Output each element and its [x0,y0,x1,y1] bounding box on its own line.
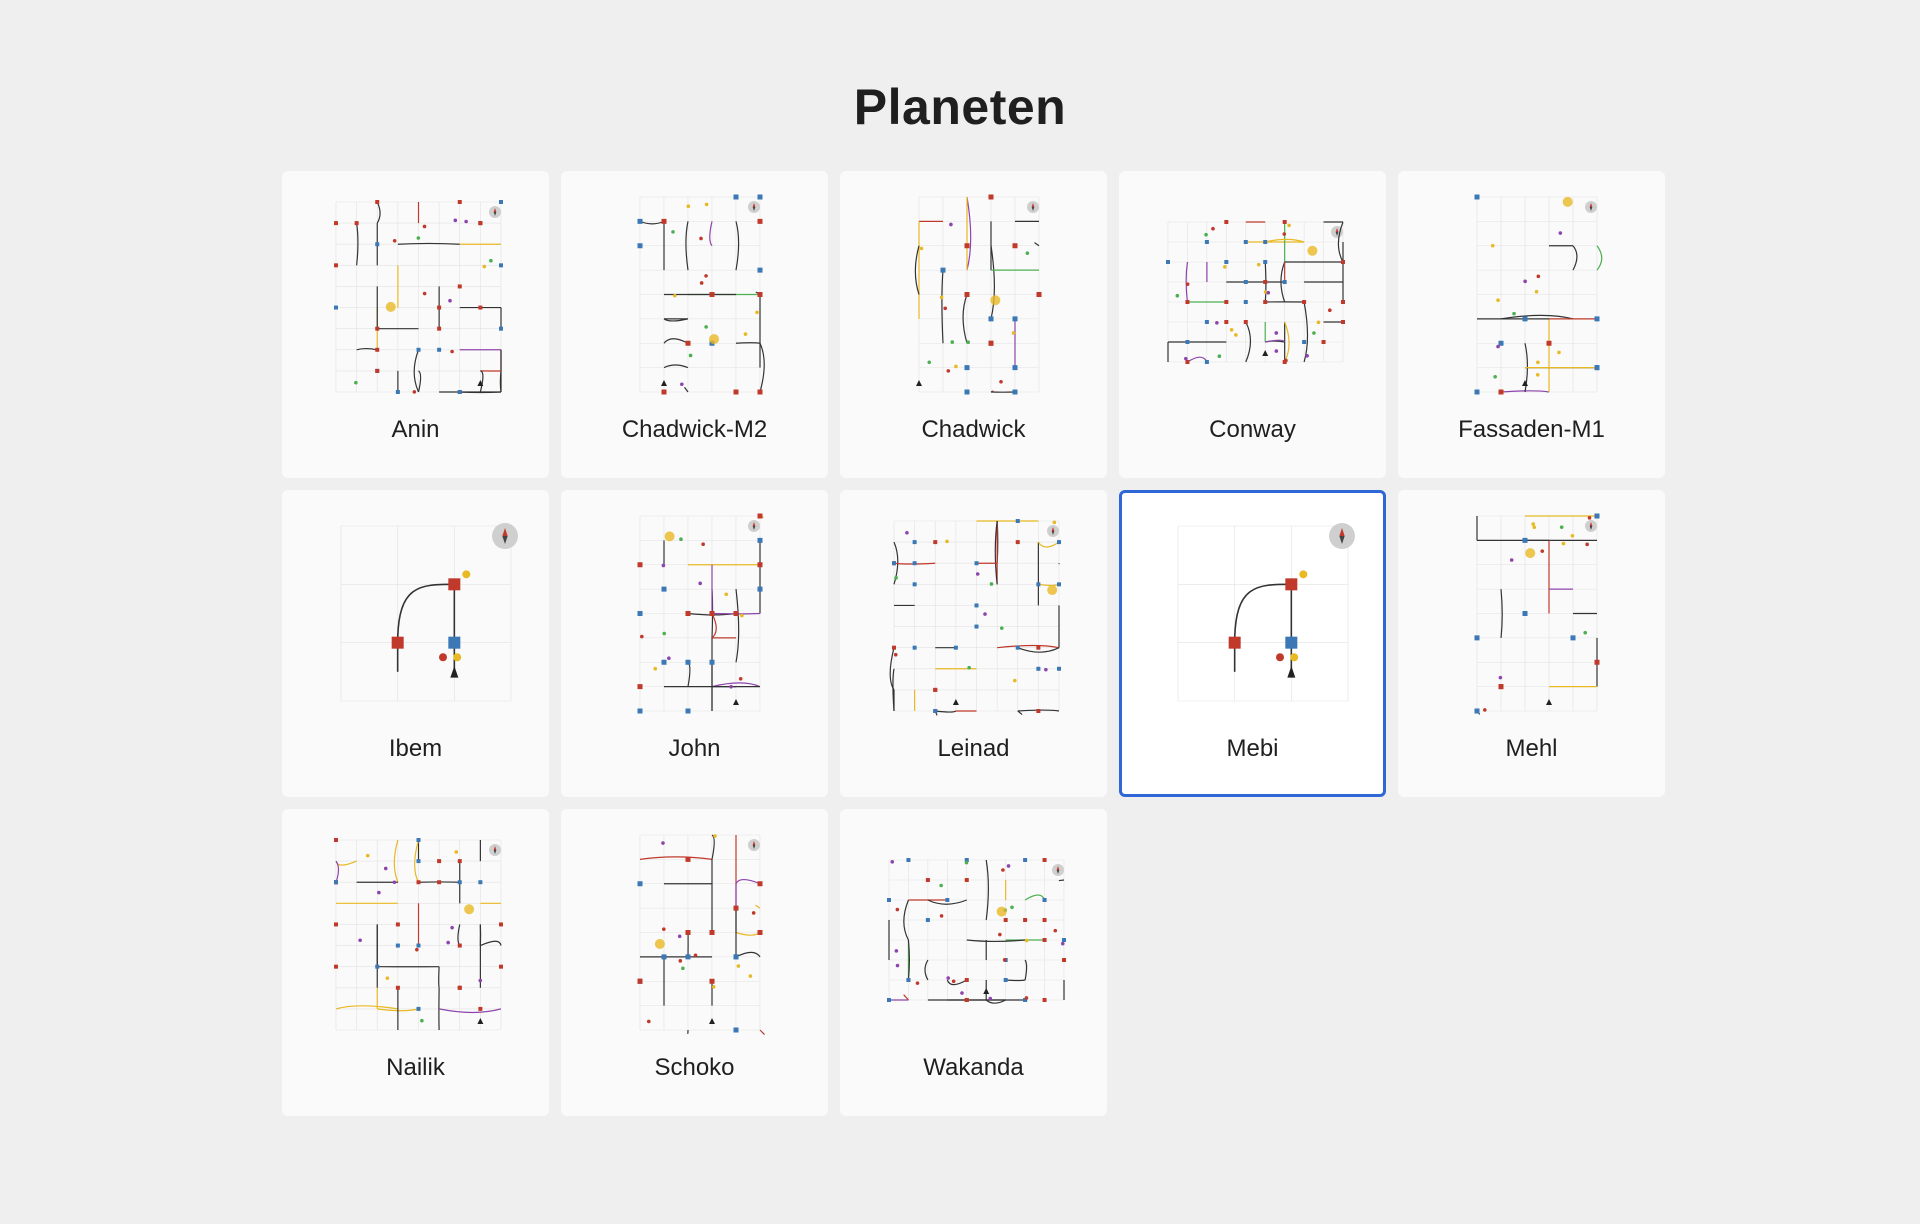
planet-path [639,834,765,1035]
planet-card-mebi[interactable]: Mebi [1119,490,1386,797]
page-title: Planeten [853,79,1067,135]
planet-card-mehl[interactable]: Mehl [1398,490,1665,797]
compass-icon [747,839,760,851]
planet-path [355,201,502,394]
compass-icon [747,201,760,213]
planet-map-thumbnail [889,519,1061,716]
planet-map-thumbnail [1177,523,1355,702]
planet-name: Wakanda [923,1054,1024,1081]
planet-card-conway[interactable]: Conway [1119,171,1386,478]
planet-path [1166,221,1344,363]
planet-map-thumbnail [637,513,764,714]
planet-name: Chadwick [921,416,1026,443]
planet-name: Conway [1209,416,1296,443]
planet-card-ibem[interactable]: Ibem [282,490,549,797]
planet-path [889,520,1060,716]
planet-map-thumbnail [886,858,1066,1004]
planet-map-thumbnail [333,838,503,1031]
compass-icon [1584,520,1597,532]
planet-name: Leinad [937,735,1010,762]
planet-name: Anin [391,416,440,443]
planet-map-thumbnail [637,834,765,1035]
compass-icon [1584,201,1597,213]
planet-card-chadwick-m2[interactable]: Chadwick-M2 [561,171,828,478]
planet-card-leinad[interactable]: Leinad [840,490,1107,797]
planet-map-thumbnail [1165,220,1345,364]
planet-map-thumbnail [1474,194,1602,395]
planet-name: Ibem [388,735,443,762]
compass-icon [1046,525,1059,537]
compass-icon [1051,864,1064,876]
planet-path [639,220,765,393]
planet-name: Fassaden-M1 [1458,416,1605,443]
planet-path [887,859,1065,1004]
planet-path [1476,245,1602,393]
planet-path [1475,515,1598,715]
planet-map-thumbnail [340,523,518,702]
planet-name: Schoko [654,1054,735,1081]
compass-icon [488,844,501,856]
planet-name: John [668,735,721,762]
planet-map-thumbnail [637,194,765,395]
planet-name: Mehl [1505,735,1558,762]
compass-icon [747,520,760,532]
compass-icon [491,523,518,549]
planet-name: Mebi [1226,735,1279,762]
planet-name: Nailik [386,1054,445,1081]
planet-card-wakanda[interactable]: Wakanda [840,809,1107,1116]
planet-grid: Anin Chadwick-M2 Chadwick Conway Fassaden-M1… [282,171,1665,1116]
planet-card-john[interactable]: John [561,490,828,797]
planet-card-schoko[interactable]: Schoko [561,809,828,1116]
planet-card-nailik[interactable]: Nailik [282,809,549,1116]
planet-card-chadwick[interactable]: Chadwick [840,171,1107,478]
planet-name: Chadwick-M2 [621,416,768,443]
planet-map-thumbnail [333,200,503,394]
compass-icon [488,206,501,218]
planet-selection-page: Planeten Anin Chadwick-M2 Chadwick Conway Fa… [0,0,1920,1224]
planet-card-anin[interactable]: Anin [282,171,549,478]
compass-icon [1026,201,1039,213]
planet-map-thumbnail [1474,513,1599,715]
planet-card-fassaden-m1[interactable]: Fassaden-M1 [1398,171,1665,478]
compass-icon [1328,523,1355,549]
planet-map-thumbnail [914,194,1041,395]
